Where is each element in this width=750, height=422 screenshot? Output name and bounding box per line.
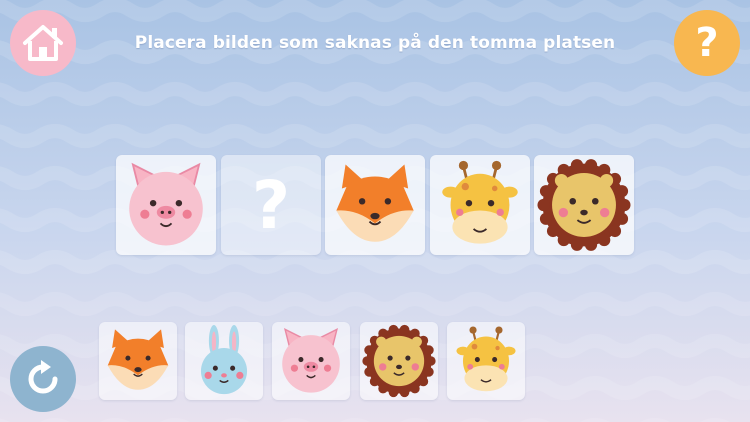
bunny-icon — [200, 325, 248, 395]
sequence-slot-5 — [534, 155, 634, 255]
giraffe-icon — [442, 160, 518, 244]
home-button[interactable] — [10, 10, 76, 76]
pig-icon — [129, 162, 203, 246]
choice-lion[interactable] — [360, 322, 438, 400]
fox-icon — [336, 164, 414, 242]
lion-icon — [537, 159, 631, 251]
pig-icon — [282, 327, 340, 393]
giraffe-icon — [456, 326, 516, 392]
question-mark: ? — [251, 166, 291, 244]
fox-icon — [107, 329, 169, 390]
refresh-button[interactable] — [10, 346, 76, 412]
instruction-title: Placera bilden som saknas på den tomma p… — [134, 33, 616, 53]
lion-icon — [362, 324, 436, 398]
refresh-icon — [28, 360, 58, 394]
question-icon: ? — [695, 20, 719, 66]
choice-pig[interactable] — [272, 322, 350, 400]
choice-bunny[interactable] — [185, 322, 263, 400]
help-button[interactable]: ? — [674, 10, 740, 76]
sequence-slot-3 — [325, 155, 425, 255]
home-icon — [23, 25, 63, 61]
sequence-slot-1 — [116, 155, 216, 255]
missing-slot[interactable]: ? — [221, 155, 321, 255]
sequence-slot-4 — [430, 155, 530, 255]
choice-giraffe[interactable] — [447, 322, 525, 400]
choice-fox[interactable] — [99, 322, 177, 400]
